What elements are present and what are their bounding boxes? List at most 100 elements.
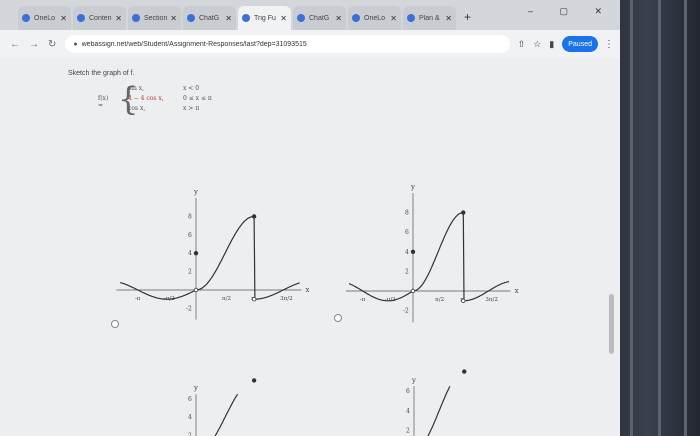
window-controls[interactable]: ‒ ▢ ✕ — [528, 6, 614, 17]
browser-tab[interactable]: OneLo ✕ — [348, 6, 401, 30]
favicon-icon — [132, 14, 140, 22]
closed-endpoint — [193, 250, 199, 256]
y-axis-label: y — [410, 183, 415, 191]
closed-endpoint — [251, 214, 257, 219]
favicon-icon — [352, 14, 360, 22]
open-endpoint — [193, 287, 199, 293]
background-scene — [610, 0, 700, 436]
browser-tab[interactable]: Plan & ✕ — [403, 6, 456, 30]
favicon-icon — [187, 14, 195, 22]
lock-icon: ● — [73, 40, 78, 48]
address-bar[interactable]: ● webassign.net/web/Student/Assignment-R… — [65, 35, 510, 53]
tab-label: ChatG — [199, 14, 220, 22]
function-curve — [427, 386, 451, 436]
share-icon[interactable]: ⇧ — [518, 39, 526, 50]
y-axis-label: y — [411, 376, 416, 384]
y-tick-label: -2 — [186, 305, 192, 312]
favicon-icon — [242, 14, 250, 22]
y-tick-label: 6 — [406, 388, 410, 395]
y-tick-label: 6 — [405, 229, 409, 236]
close-icon[interactable]: ✕ — [115, 14, 122, 23]
close-icon[interactable]: ✕ — [60, 14, 67, 23]
tab-label: Trig Fu — [254, 14, 276, 22]
back-icon[interactable]: ← — [10, 39, 20, 50]
close-icon[interactable]: ✕ — [280, 14, 287, 23]
x-tick-label: -π — [360, 297, 366, 303]
favicon-icon — [22, 14, 30, 22]
tab-strip: OneLo ✕ Conten ✕ Section ✕ ChatG ✕ Trig Fu ✕ ChatG… — [0, 0, 620, 30]
forward-icon[interactable]: → — [29, 39, 39, 50]
function-curve — [462, 212, 510, 302]
option-radio-1[interactable] — [111, 320, 119, 328]
browser-tab[interactable]: Trig Fu ✕ — [238, 6, 291, 30]
address-toolbar: ← → ↻ ● webassign.net/web/Student/Assign… — [0, 30, 620, 58]
function-curve — [253, 216, 300, 300]
function-curve — [348, 283, 414, 302]
x-tick-label: π/2 — [222, 296, 231, 302]
y-tick-label: 2 — [188, 433, 192, 436]
browser-tab[interactable]: ChatG ✕ — [293, 6, 346, 30]
x-tick-label: -π — [135, 296, 141, 302]
tab-label: ChatG — [309, 14, 330, 22]
y-tick-label: 4 — [188, 250, 192, 257]
y-tick-label: 2 — [405, 268, 409, 275]
favicon-icon — [297, 14, 305, 22]
tab-label: Section — [144, 14, 168, 22]
browser-tab[interactable]: Section ✕ — [128, 6, 181, 30]
open-endpoint — [410, 288, 416, 294]
close-icon[interactable]: ✕ — [335, 14, 342, 23]
y-tick-label: 6 — [188, 232, 192, 239]
browser-tab[interactable]: ChatG ✕ — [183, 6, 236, 30]
function-curve — [412, 212, 464, 292]
reload-icon[interactable]: ↻ — [48, 39, 56, 50]
y-tick-label: 8 — [405, 210, 409, 217]
tab-label: Plan & — [419, 14, 440, 22]
open-endpoint — [461, 298, 466, 303]
star-icon[interactable]: ☆ — [533, 39, 541, 50]
tab-label: OneLo — [364, 14, 386, 22]
y-tick-label: 6 — [188, 396, 192, 403]
browser-window: OneLo ✕ Conten ✕ Section ✕ ChatG ✕ Trig Fu ✕ ChatG… — [0, 0, 620, 436]
y-axis-label: y — [193, 384, 198, 392]
x-axis-label: x — [515, 287, 519, 295]
url-text: webassign.net/web/Student/Assignment-Res… — [81, 40, 307, 48]
close-icon[interactable]: ✕ — [445, 14, 452, 23]
function-curve — [120, 281, 197, 300]
x-axis-label: x — [305, 286, 309, 294]
x-tick-label: π/2 — [435, 297, 444, 303]
close-icon[interactable]: ✕ — [390, 14, 397, 23]
tab-label: OneLo — [34, 14, 56, 22]
browser-tab[interactable]: OneLo ✕ — [18, 6, 71, 30]
option-radio-2[interactable] — [334, 314, 342, 322]
closed-endpoint — [410, 249, 416, 254]
closed-endpoint — [251, 378, 257, 383]
sidepanel-icon[interactable]: ▮ — [549, 39, 554, 50]
y-tick-label: 4 — [405, 249, 409, 256]
scrollbar[interactable] — [609, 294, 614, 354]
favicon-icon — [77, 14, 85, 22]
page-content: Sketch the graph of f. f(x) = { sin x, x … — [0, 58, 620, 436]
menu-icon[interactable]: ⋮ — [604, 39, 614, 50]
y-tick-label: -2 — [403, 308, 409, 315]
open-endpoint — [251, 296, 257, 302]
x-tick-label: 3π/2 — [280, 296, 292, 302]
y-tick-label: 2 — [406, 427, 410, 434]
y-tick-label: 4 — [406, 408, 410, 415]
y-tick-label: 8 — [188, 213, 192, 220]
answer-graphs: y8642x-2-π-π/2π/2π3π/2y8642x-2-π-π/2π/2π… — [116, 183, 519, 436]
function-curve — [214, 393, 239, 436]
y-axis-label: y — [193, 188, 198, 196]
y-tick-label: 2 — [188, 269, 192, 276]
favicon-icon — [407, 14, 415, 22]
new-tab-button[interactable]: + — [464, 10, 471, 24]
close-icon[interactable]: ✕ — [225, 14, 232, 23]
y-tick-label: 4 — [188, 414, 192, 421]
tab-label: Conten — [89, 14, 112, 22]
closed-endpoint — [461, 210, 466, 215]
x-tick-label: 3π/2 — [485, 297, 497, 303]
function-curve — [195, 215, 255, 291]
browser-tab[interactable]: Conten ✕ — [73, 6, 126, 30]
close-icon[interactable]: ✕ — [170, 14, 177, 23]
profile-button[interactable]: Paused — [562, 36, 598, 52]
closed-endpoint — [462, 369, 467, 374]
